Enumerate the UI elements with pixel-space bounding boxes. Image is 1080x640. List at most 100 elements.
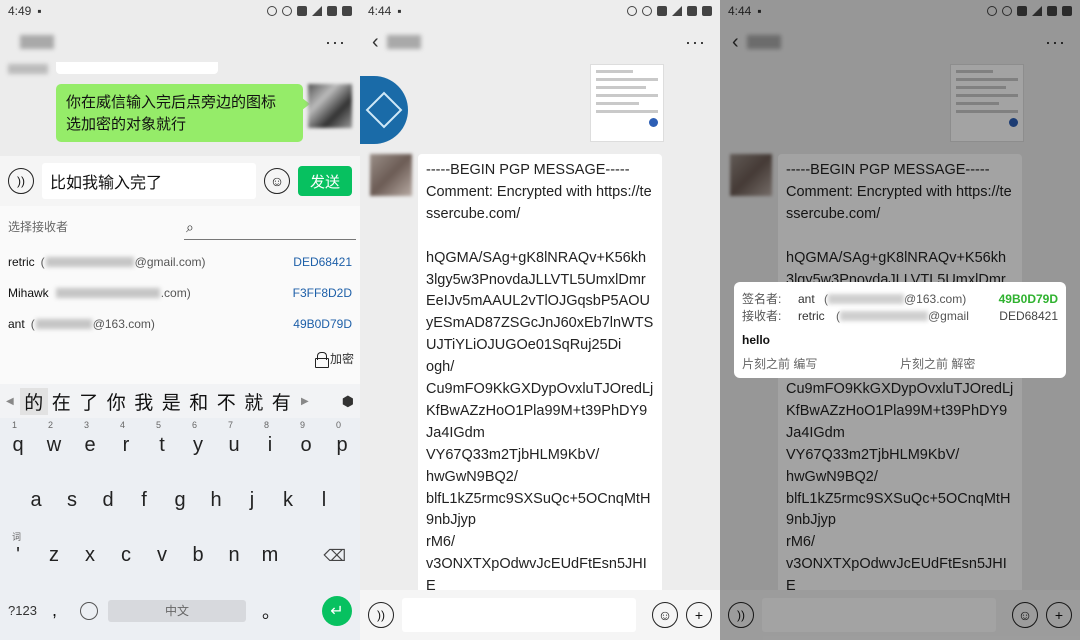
tessercube-logo-icon[interactable] [360, 76, 408, 144]
voice-icon[interactable]: )) [368, 602, 394, 628]
back-icon[interactable]: ‹ [372, 31, 379, 54]
recipient-row: 接收者: retric (@gmail DED68421 [742, 307, 1058, 324]
send-button[interactable]: 发送 [298, 166, 352, 196]
candidate[interactable]: 的 [20, 387, 48, 415]
period-key[interactable]: 。 [256, 598, 286, 624]
key-e[interactable]: 3e [72, 420, 108, 457]
receiver-label: 选择接收者 [8, 219, 69, 234]
emoji-icon[interactable]: ☺ [264, 168, 290, 194]
key-v[interactable]: v [144, 544, 180, 567]
pgp-line: Cu9mFO9KkGXDypOvxluTJOredLjKfBwAZzHoO1Pl… [426, 381, 654, 441]
backspace-icon[interactable]: ⌫ [323, 546, 346, 566]
candidate[interactable]: 在 [48, 388, 76, 415]
screenshot-thumbnail[interactable] [590, 64, 664, 142]
input-bar: )) ☺ + [360, 590, 720, 640]
cube-icon[interactable]: ⬢ [342, 393, 354, 410]
key-t[interactable]: 5t [144, 420, 180, 457]
key-b[interactable]: b [180, 544, 216, 567]
key-r[interactable]: 4r [108, 420, 144, 457]
key-y[interactable]: 6y [180, 420, 216, 457]
receiver-picker: 选择接收者 ⌕ retric (@gmail.com) DED68421 Mih… [0, 206, 360, 384]
contact-email: .com) [55, 286, 191, 300]
key-s[interactable]: s [54, 489, 90, 512]
chat-header: ··· [0, 22, 360, 62]
key-c[interactable]: c [108, 544, 144, 567]
signer-row: 签名者: ant (@163.com) 49B0D79D [742, 290, 1058, 307]
key-d[interactable]: d [90, 489, 126, 512]
receiver-search-input[interactable]: ⌕ [184, 216, 356, 240]
candidate[interactable]: 和 [185, 388, 213, 415]
key-x[interactable]: x [72, 544, 108, 567]
candidate[interactable]: 了 [75, 388, 103, 415]
popup-actions: 片刻之前 编写 片刻之前 解密 [742, 355, 1058, 372]
symbols-key[interactable]: ?123 [8, 603, 42, 618]
avatar[interactable] [370, 154, 412, 196]
chat-messages: 你在威信输入完后点旁边的图标 选加密的对象就行 [0, 62, 360, 154]
message-input[interactable] [402, 598, 636, 632]
key-z[interactable]: z [36, 544, 72, 567]
status-time: 4:44 [368, 4, 392, 18]
contact-row-retric[interactable]: retric (@gmail.com) DED68421 [0, 246, 360, 277]
candidate[interactable]: 就 [240, 388, 268, 415]
candidate-right-arrow-icon[interactable]: ▶ [301, 396, 315, 407]
contact-row-ant[interactable]: ant (@163.com) 49B0D79D [0, 308, 360, 339]
key-m[interactable]: m [252, 544, 288, 567]
key-l[interactable]: l [306, 489, 342, 512]
key-j[interactable]: j [234, 489, 270, 512]
pgp-line: blfL1kZ5rmc9SXSuQc+5OCnqMtH9nbJjyp [426, 490, 651, 529]
status-bar: 4:44 ▪ [360, 0, 720, 22]
candidate[interactable]: 你 [103, 388, 131, 415]
key-p[interactable]: 0p [324, 420, 360, 457]
candidate[interactable]: 有 [268, 388, 296, 415]
chat-messages: -----BEGIN PGP MESSAGE----- Comment: Enc… [360, 62, 720, 594]
more-menu-icon[interactable]: ··· [685, 32, 706, 53]
key-i[interactable]: 8i [252, 420, 288, 457]
plus-icon[interactable]: + [686, 602, 712, 628]
space-key[interactable]: 中文 [108, 599, 246, 622]
search-icon: ⌕ [186, 219, 194, 235]
lock-icon [314, 351, 329, 368]
notification-icon: ▪ [397, 4, 402, 18]
pgp-message-bubble[interactable]: -----BEGIN PGP MESSAGE----- Comment: Enc… [418, 154, 662, 594]
compose-action[interactable]: 片刻之前 编写 [742, 355, 900, 372]
signer-email: (@163.com) [824, 291, 967, 306]
key-n[interactable]: n [216, 544, 252, 567]
key-u[interactable]: 7u [216, 420, 252, 457]
panel-decrypted: 4:44 ▪ ‹ ··· -----BEGIN PGP MESSAGE----- … [720, 0, 1080, 640]
emoji-icon[interactable]: ☺ [652, 602, 678, 628]
comma-key[interactable]: , [52, 600, 70, 621]
candidate[interactable]: 是 [158, 388, 186, 415]
key-a[interactable]: a [18, 489, 54, 512]
key-h[interactable]: h [198, 489, 234, 512]
signer-key-id: 49B0D79D [998, 291, 1058, 306]
contact-email: (@163.com) [30, 316, 155, 331]
key-k[interactable]: k [270, 489, 306, 512]
avatar[interactable] [308, 84, 352, 128]
message-bubble-sent[interactable]: 你在威信输入完后点旁边的图标 选加密的对象就行 [56, 84, 310, 142]
contact-key-id: F3FF8D2D [292, 285, 352, 300]
pgp-line [426, 226, 654, 248]
key-q[interactable]: 1q [0, 420, 36, 457]
key-f[interactable]: f [126, 489, 162, 512]
contact-name-blurred [20, 35, 54, 49]
encrypt-button[interactable]: 加密 [314, 350, 354, 368]
contact-key-id: 49B0D79D [293, 316, 352, 331]
more-menu-icon[interactable]: ··· [325, 32, 346, 53]
candidate-left-arrow-icon[interactable]: ◀ [6, 396, 20, 407]
key-g[interactable]: g [162, 489, 198, 512]
decrypt-action[interactable]: 片刻之前 解密 [900, 355, 1058, 372]
voice-icon[interactable]: )) [8, 168, 34, 194]
candidate[interactable]: 不 [213, 388, 241, 415]
pgp-line: hwGwN9BQ2/ [426, 468, 518, 485]
pgp-line: -----BEGIN PGP MESSAGE----- [426, 162, 630, 178]
candidate[interactable]: 我 [130, 388, 158, 415]
key-o[interactable]: 9o [288, 420, 324, 457]
decrypted-message-popup[interactable]: 签名者: ant (@163.com) 49B0D79D 接收者: retric… [734, 282, 1066, 378]
enter-icon[interactable]: ↵ [322, 595, 352, 626]
message-input[interactable]: 比如我输入完了 [42, 163, 256, 199]
key-w[interactable]: 2w [36, 420, 72, 457]
key-apostrophe[interactable]: 词 ' [0, 532, 36, 567]
chat-header: ‹ ··· [360, 22, 720, 62]
contact-row-mihawk[interactable]: Mihawk .com) F3FF8D2D [0, 277, 360, 308]
globe-icon[interactable] [80, 601, 98, 620]
